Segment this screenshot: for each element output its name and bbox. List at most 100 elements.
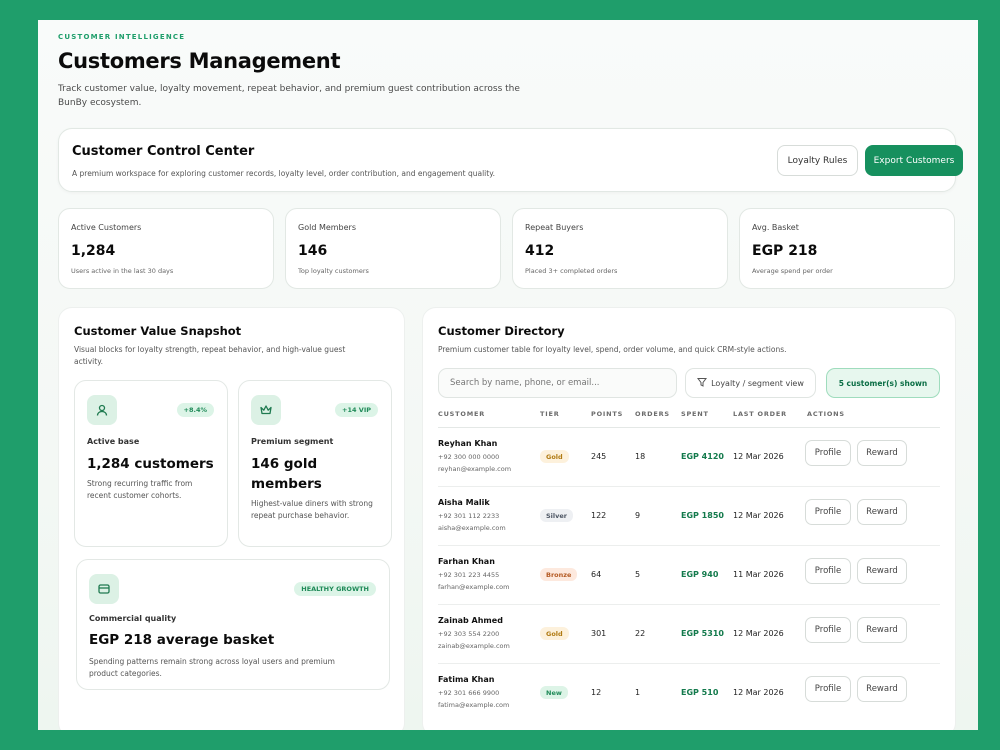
customer-phone: +92 301 666 9900: [438, 689, 500, 697]
tier-badge: New: [540, 686, 568, 699]
stat-label: Active Customers: [71, 223, 142, 232]
spent-cell: EGP 510: [681, 688, 719, 697]
customer-phone: +92 303 554 2200: [438, 630, 500, 638]
snapshot-sub: Strong recurring traffic from recent cus…: [87, 479, 193, 500]
snapshot-value: EGP 218 average basket: [89, 632, 275, 648]
orders-cell: 22: [635, 629, 646, 638]
points-cell: 122: [591, 511, 607, 520]
table-row: Zainab Ahmed +92 303 554 2200 zainab@exa…: [438, 605, 940, 664]
reward-button[interactable]: Reward: [857, 676, 907, 702]
reward-button[interactable]: Reward: [857, 558, 907, 584]
reward-button[interactable]: Reward: [857, 499, 907, 525]
customer-phone: +92 300 000 0000: [438, 453, 500, 461]
spent-cell: EGP 1850: [681, 511, 724, 520]
export-customers-button[interactable]: Export Customers: [865, 145, 963, 176]
col-points: POINTS: [591, 410, 624, 418]
customer-name: Reyhan Khan: [438, 439, 498, 448]
points-cell: 12: [591, 688, 602, 697]
col-last-order: LAST ORDER: [733, 410, 787, 418]
customer-directory-panel: Customer Directory Premium customer tabl…: [422, 307, 956, 730]
stat-card-repeat-buyers: Repeat Buyers 412 Placed 3+ completed or…: [512, 208, 728, 289]
table-row: Fatima Khan +92 301 666 9900 fatima@exam…: [438, 664, 940, 723]
last-order-cell: 12 Mar 2026: [733, 688, 784, 697]
page-subtitle: Track customer value, loyalty movement, …: [58, 84, 520, 108]
profile-button[interactable]: Profile: [805, 558, 851, 584]
snapshot-label: Commercial quality: [89, 614, 177, 623]
customer-name: Zainab Ahmed: [438, 616, 503, 625]
last-order-cell: 11 Mar 2026: [733, 570, 784, 579]
stat-sub: Top loyalty customers: [298, 267, 369, 275]
value-snapshot-panel: Customer Value Snapshot Visual blocks fo…: [58, 307, 405, 730]
directory-title: Customer Directory: [438, 324, 565, 338]
snapshot-card-premium-segment: +14 VIP Premium segment 146 gold members…: [238, 380, 392, 547]
user-icon: [87, 395, 117, 425]
col-customer: CUSTOMER: [438, 410, 486, 418]
stat-sub: Average spend per order: [752, 267, 833, 275]
stat-card-gold-members: Gold Members 146 Top loyalty customers: [285, 208, 501, 289]
snapshot-title: Customer Value Snapshot: [74, 324, 242, 338]
spent-cell: EGP 940: [681, 570, 719, 579]
customer-email: fatima@example.com: [438, 701, 510, 709]
crown-icon: [251, 395, 281, 425]
tier-badge: Silver: [540, 509, 573, 522]
stat-value: 146: [298, 243, 328, 259]
customer-name: Farhan Khan: [438, 557, 495, 566]
snapshot-sub: Highest-value diners with strong repeat …: [251, 499, 373, 520]
profile-button[interactable]: Profile: [805, 676, 851, 702]
col-actions: ACTIONS: [807, 410, 845, 418]
customer-email: zainab@example.com: [438, 642, 510, 650]
orders-cell: 9: [635, 511, 641, 520]
spent-cell: EGP 4120: [681, 452, 724, 461]
profile-button[interactable]: Profile: [805, 617, 851, 643]
col-orders: ORDERS: [635, 410, 670, 418]
loyalty-rules-button[interactable]: Loyalty Rules: [777, 145, 858, 176]
snapshot-badge: +14 VIP: [335, 403, 378, 417]
stat-sub: Users active in the last 30 days: [71, 267, 174, 275]
stat-value: EGP 218: [752, 243, 818, 259]
stat-value: 1,284: [71, 243, 116, 259]
stat-card-active-customers: Active Customers 1,284 Users active in t…: [58, 208, 274, 289]
spent-cell: EGP 5310: [681, 629, 724, 638]
control-center-title: Customer Control Center: [72, 144, 255, 159]
profile-button[interactable]: Profile: [805, 499, 851, 525]
segment-filter-button[interactable]: Loyalty / segment view: [685, 368, 816, 398]
profile-button[interactable]: Profile: [805, 440, 851, 466]
snapshot-label: Premium segment: [251, 437, 334, 446]
table-row: Aisha Malik +92 301 112 2233 aisha@examp…: [438, 487, 940, 546]
reward-button[interactable]: Reward: [857, 440, 907, 466]
tier-badge: Gold: [540, 450, 569, 463]
stat-label: Avg. Basket: [752, 223, 799, 232]
orders-cell: 1: [635, 688, 641, 697]
table-row: Reyhan Khan +92 300 000 0000 reyhan@exam…: [438, 428, 940, 487]
snapshot-badge: HEALTHY GROWTH: [294, 582, 376, 596]
page-eyebrow: CUSTOMER INTELLIGENCE: [58, 33, 186, 41]
snapshot-sub: Spending patterns remain strong across l…: [89, 657, 335, 678]
customer-search-input[interactable]: [438, 368, 677, 398]
page-title: Customers Management: [58, 49, 341, 73]
tier-badge: Gold: [540, 627, 569, 640]
control-center-card: Customer Control Center A premium worksp…: [58, 128, 963, 192]
tier-badge: Bronze: [540, 568, 578, 581]
snapshot-card-active-base: +8.4% Active base 1,284 customers Strong…: [74, 380, 228, 547]
stat-sub: Placed 3+ completed orders: [525, 267, 618, 275]
directory-description: Premium customer table for loyalty level…: [438, 345, 787, 354]
customer-email: farhan@example.com: [438, 583, 510, 591]
col-spent: SPENT: [681, 410, 709, 418]
snapshot-label: Active base: [87, 437, 140, 446]
filter-icon: [697, 377, 708, 389]
control-center-description: A premium workspace for exploring custom…: [72, 169, 495, 178]
stat-card-avg-basket: Avg. Basket EGP 218 Average spend per or…: [739, 208, 955, 289]
customers-page: CUSTOMER INTELLIGENCE Customers Manageme…: [38, 20, 978, 730]
table-row: Farhan Khan +92 301 223 4455 farhan@exam…: [438, 546, 940, 605]
customer-name: Aisha Malik: [438, 498, 490, 507]
snapshot-badge: +8.4%: [176, 403, 214, 417]
reward-button[interactable]: Reward: [857, 617, 907, 643]
points-cell: 301: [591, 629, 607, 638]
stat-value: 412: [525, 243, 555, 259]
col-tier: TIER: [540, 410, 560, 418]
orders-cell: 5: [635, 570, 641, 579]
customer-email: reyhan@example.com: [438, 465, 512, 473]
customers-shown-badge: 5 customer(s) shown: [826, 368, 940, 398]
points-cell: 245: [591, 452, 607, 461]
snapshot-value: 146 gold members: [251, 456, 322, 492]
